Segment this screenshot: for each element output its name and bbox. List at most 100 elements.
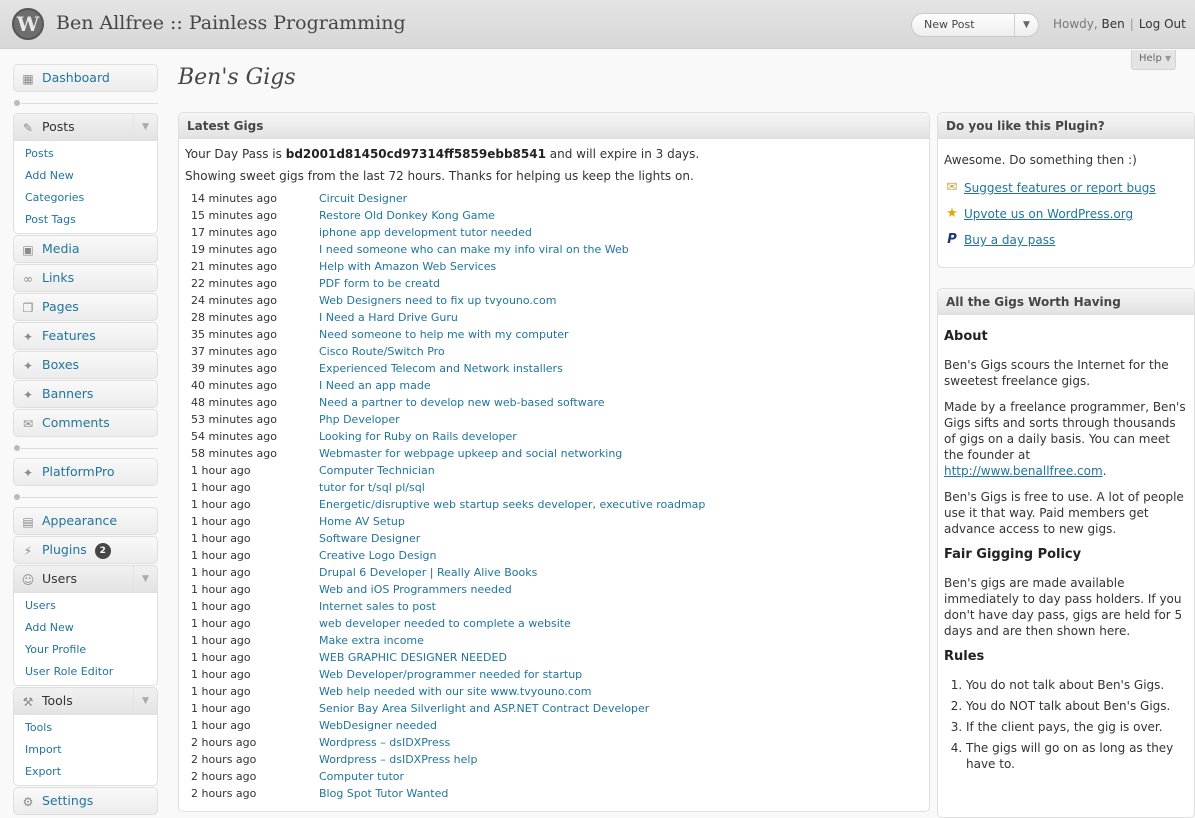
- gig-title-link[interactable]: WebDesigner needed: [319, 719, 437, 732]
- users-icon: ☺: [21, 573, 35, 587]
- gig-title-link[interactable]: Help with Amazon Web Services: [319, 260, 496, 273]
- menu-tools[interactable]: ⚒ Tools ▼: [13, 687, 158, 715]
- gig-title-link[interactable]: Wordpress – dsIDXPress help: [319, 753, 477, 766]
- chevron-down-icon: ▼: [1165, 54, 1172, 63]
- gig-time-ago: 1 hour ago: [191, 464, 251, 477]
- wordpress-logo-icon[interactable]: W: [12, 8, 44, 40]
- menu-appearance[interactable]: ▤ Appearance: [13, 507, 158, 535]
- site-title[interactable]: Ben Allfree :: Painless Programming: [56, 12, 406, 34]
- submenu-posts[interactable]: Posts: [14, 143, 157, 165]
- new-post-dropdown[interactable]: New Post ▼: [911, 13, 1039, 37]
- menu-platformpro[interactable]: ✦ PlatformPro: [13, 458, 158, 486]
- table-row: 1 hour ago WebDesigner needed: [191, 717, 705, 734]
- menu-users[interactable]: ☺ Users ▼: [13, 565, 158, 593]
- submenu-categories[interactable]: Categories: [14, 187, 157, 209]
- help-tab[interactable]: Help ▼: [1131, 50, 1176, 70]
- table-row: 1 hour ago Make extra income: [191, 632, 705, 649]
- logout-link[interactable]: Log Out: [1139, 17, 1186, 31]
- gig-title-link[interactable]: Web and iOS Programmers needed: [319, 583, 512, 596]
- suggest-features-link[interactable]: Suggest features or report bugs: [964, 181, 1156, 195]
- gig-time-ago: 1 hour ago: [191, 549, 251, 562]
- gig-title-link[interactable]: Computer tutor: [319, 770, 404, 783]
- menu-banners[interactable]: ✦ Banners: [13, 380, 158, 408]
- gig-title-link[interactable]: Internet sales to post: [319, 600, 436, 613]
- gig-title-link[interactable]: iphone app development tutor needed: [319, 226, 532, 239]
- menu-settings[interactable]: ⚙ Settings: [13, 787, 158, 815]
- gig-title-link[interactable]: Drupal 6 Developer | Really Alive Books: [319, 566, 537, 579]
- gig-time-ago: 15 minutes ago: [191, 209, 277, 222]
- user-greeting: Howdy, Ben | Log Out: [1053, 17, 1186, 31]
- gig-title-link[interactable]: I Need a Hard Drive Guru: [319, 311, 458, 324]
- submenu-your-profile[interactable]: Your Profile: [14, 639, 157, 661]
- table-row: 48 minutes ago Need a partner to develop …: [191, 394, 705, 411]
- gig-title-link[interactable]: Wordpress – dsIDXPress: [319, 736, 450, 749]
- gig-title-link[interactable]: Senior Bay Area Silverlight and ASP.NET …: [319, 702, 649, 715]
- user-profile-link[interactable]: Ben: [1102, 17, 1125, 31]
- menu-plugins[interactable]: ⚡ Plugins 2: [13, 536, 158, 564]
- pushpin-icon: ✦: [22, 359, 34, 373]
- gig-title-link[interactable]: Energetic/disruptive web startup seeks d…: [319, 498, 705, 511]
- gig-time-ago: 1 hour ago: [191, 481, 251, 494]
- gig-title-link[interactable]: Php Developer: [319, 413, 400, 426]
- gig-title-link[interactable]: web developer needed to complete a websi…: [319, 617, 571, 630]
- gig-title-link[interactable]: Cisco Route/Switch Pro: [319, 345, 445, 358]
- gig-title-link[interactable]: Web Designers need to fix up tvyouno.com: [319, 294, 556, 307]
- gig-title-link[interactable]: Web help needed with our site www.tvyoun…: [319, 685, 591, 698]
- gig-title-link[interactable]: Creative Logo Design: [319, 549, 436, 562]
- menu-dashboard[interactable]: ▦ Dashboard: [13, 64, 158, 92]
- menu-posts[interactable]: ✎ Posts ▼: [13, 113, 158, 141]
- table-row: 54 minutes ago Looking for Ruby on Rails …: [191, 428, 705, 445]
- menu-pages[interactable]: ❐ Pages: [13, 293, 158, 321]
- table-row: 1 hour ago Software Designer: [191, 530, 705, 547]
- gig-title-link[interactable]: Webmaster for webpage upkeep and social …: [319, 447, 622, 460]
- gig-title-link[interactable]: I need someone who can make my info vira…: [319, 243, 629, 256]
- gig-time-ago: 1 hour ago: [191, 515, 251, 528]
- plugin-icon: ⚡: [23, 544, 33, 558]
- chevron-down-icon[interactable]: ▼: [1014, 14, 1038, 36]
- upvote-link[interactable]: Upvote us on WordPress.org: [964, 207, 1133, 221]
- menu-boxes[interactable]: ✦ Boxes: [13, 351, 158, 379]
- submenu-user-role-editor[interactable]: User Role Editor: [14, 661, 157, 683]
- gig-title-link[interactable]: tutor for t/sql pl/sql: [319, 481, 425, 494]
- submenu-add-new-post[interactable]: Add New: [14, 165, 157, 187]
- table-row: 1 hour ago Drupal 6 Developer | Really Al…: [191, 564, 705, 581]
- gig-time-ago: 1 hour ago: [191, 583, 251, 596]
- gig-title-link[interactable]: PDF form to be creatd: [319, 277, 440, 290]
- gig-title-link[interactable]: I Need an app made: [319, 379, 431, 392]
- submenu-users[interactable]: Users: [14, 595, 157, 617]
- chevron-down-icon[interactable]: ▼: [133, 566, 157, 592]
- submenu-add-new-user[interactable]: Add New: [14, 617, 157, 639]
- rules-list: You do not talk about Ben's Gigs. You do…: [944, 677, 1188, 772]
- table-row: 39 minutes ago Experienced Telecom and Ne…: [191, 360, 705, 377]
- menu-comments[interactable]: ✉ Comments: [13, 409, 158, 437]
- menu-links[interactable]: ∞ Links: [13, 264, 158, 292]
- plugins-update-badge: 2: [94, 543, 111, 559]
- gig-title-link[interactable]: Need someone to help me with my computer: [319, 328, 569, 341]
- submenu-post-tags[interactable]: Post Tags: [14, 209, 157, 231]
- gig-title-link[interactable]: Restore Old Donkey Kong Game: [319, 209, 495, 222]
- submenu-import[interactable]: Import: [14, 739, 157, 761]
- buy-day-pass-link[interactable]: Buy a day pass: [964, 233, 1055, 247]
- gig-title-link[interactable]: Circuit Designer: [319, 192, 407, 205]
- gig-title-link[interactable]: Computer Technician: [319, 464, 435, 477]
- menu-media[interactable]: ▣ Media: [13, 235, 158, 263]
- gig-time-ago: 54 minutes ago: [191, 430, 277, 443]
- gig-title-link[interactable]: WEB GRAPHIC DESIGNER NEEDED: [319, 651, 507, 664]
- founder-link[interactable]: http://www.benallfree.com: [944, 464, 1103, 478]
- gig-title-link[interactable]: Web Developer/programmer needed for star…: [319, 668, 582, 681]
- menu-features[interactable]: ✦ Features: [13, 322, 158, 350]
- gig-title-link[interactable]: Experienced Telecom and Network installe…: [319, 362, 563, 375]
- gig-title-link[interactable]: Home AV Setup: [319, 515, 405, 528]
- gig-title-link[interactable]: Blog Spot Tutor Wanted: [319, 787, 448, 800]
- gig-title-link[interactable]: Need a partner to develop new web-based …: [319, 396, 605, 409]
- chevron-down-icon[interactable]: ▼: [133, 688, 157, 714]
- submenu-export[interactable]: Export: [14, 761, 157, 783]
- chevron-down-icon[interactable]: ▼: [133, 114, 157, 140]
- gig-title-link[interactable]: Software Designer: [319, 532, 420, 545]
- pushpin-icon: ✎: [22, 121, 34, 135]
- pushpin-icon: ✦: [22, 330, 34, 344]
- gig-title-link[interactable]: Make extra income: [319, 634, 424, 647]
- gig-title-link[interactable]: Looking for Ruby on Rails developer: [319, 430, 517, 443]
- pushpin-icon: ✦: [22, 388, 34, 402]
- submenu-tools[interactable]: Tools: [14, 717, 157, 739]
